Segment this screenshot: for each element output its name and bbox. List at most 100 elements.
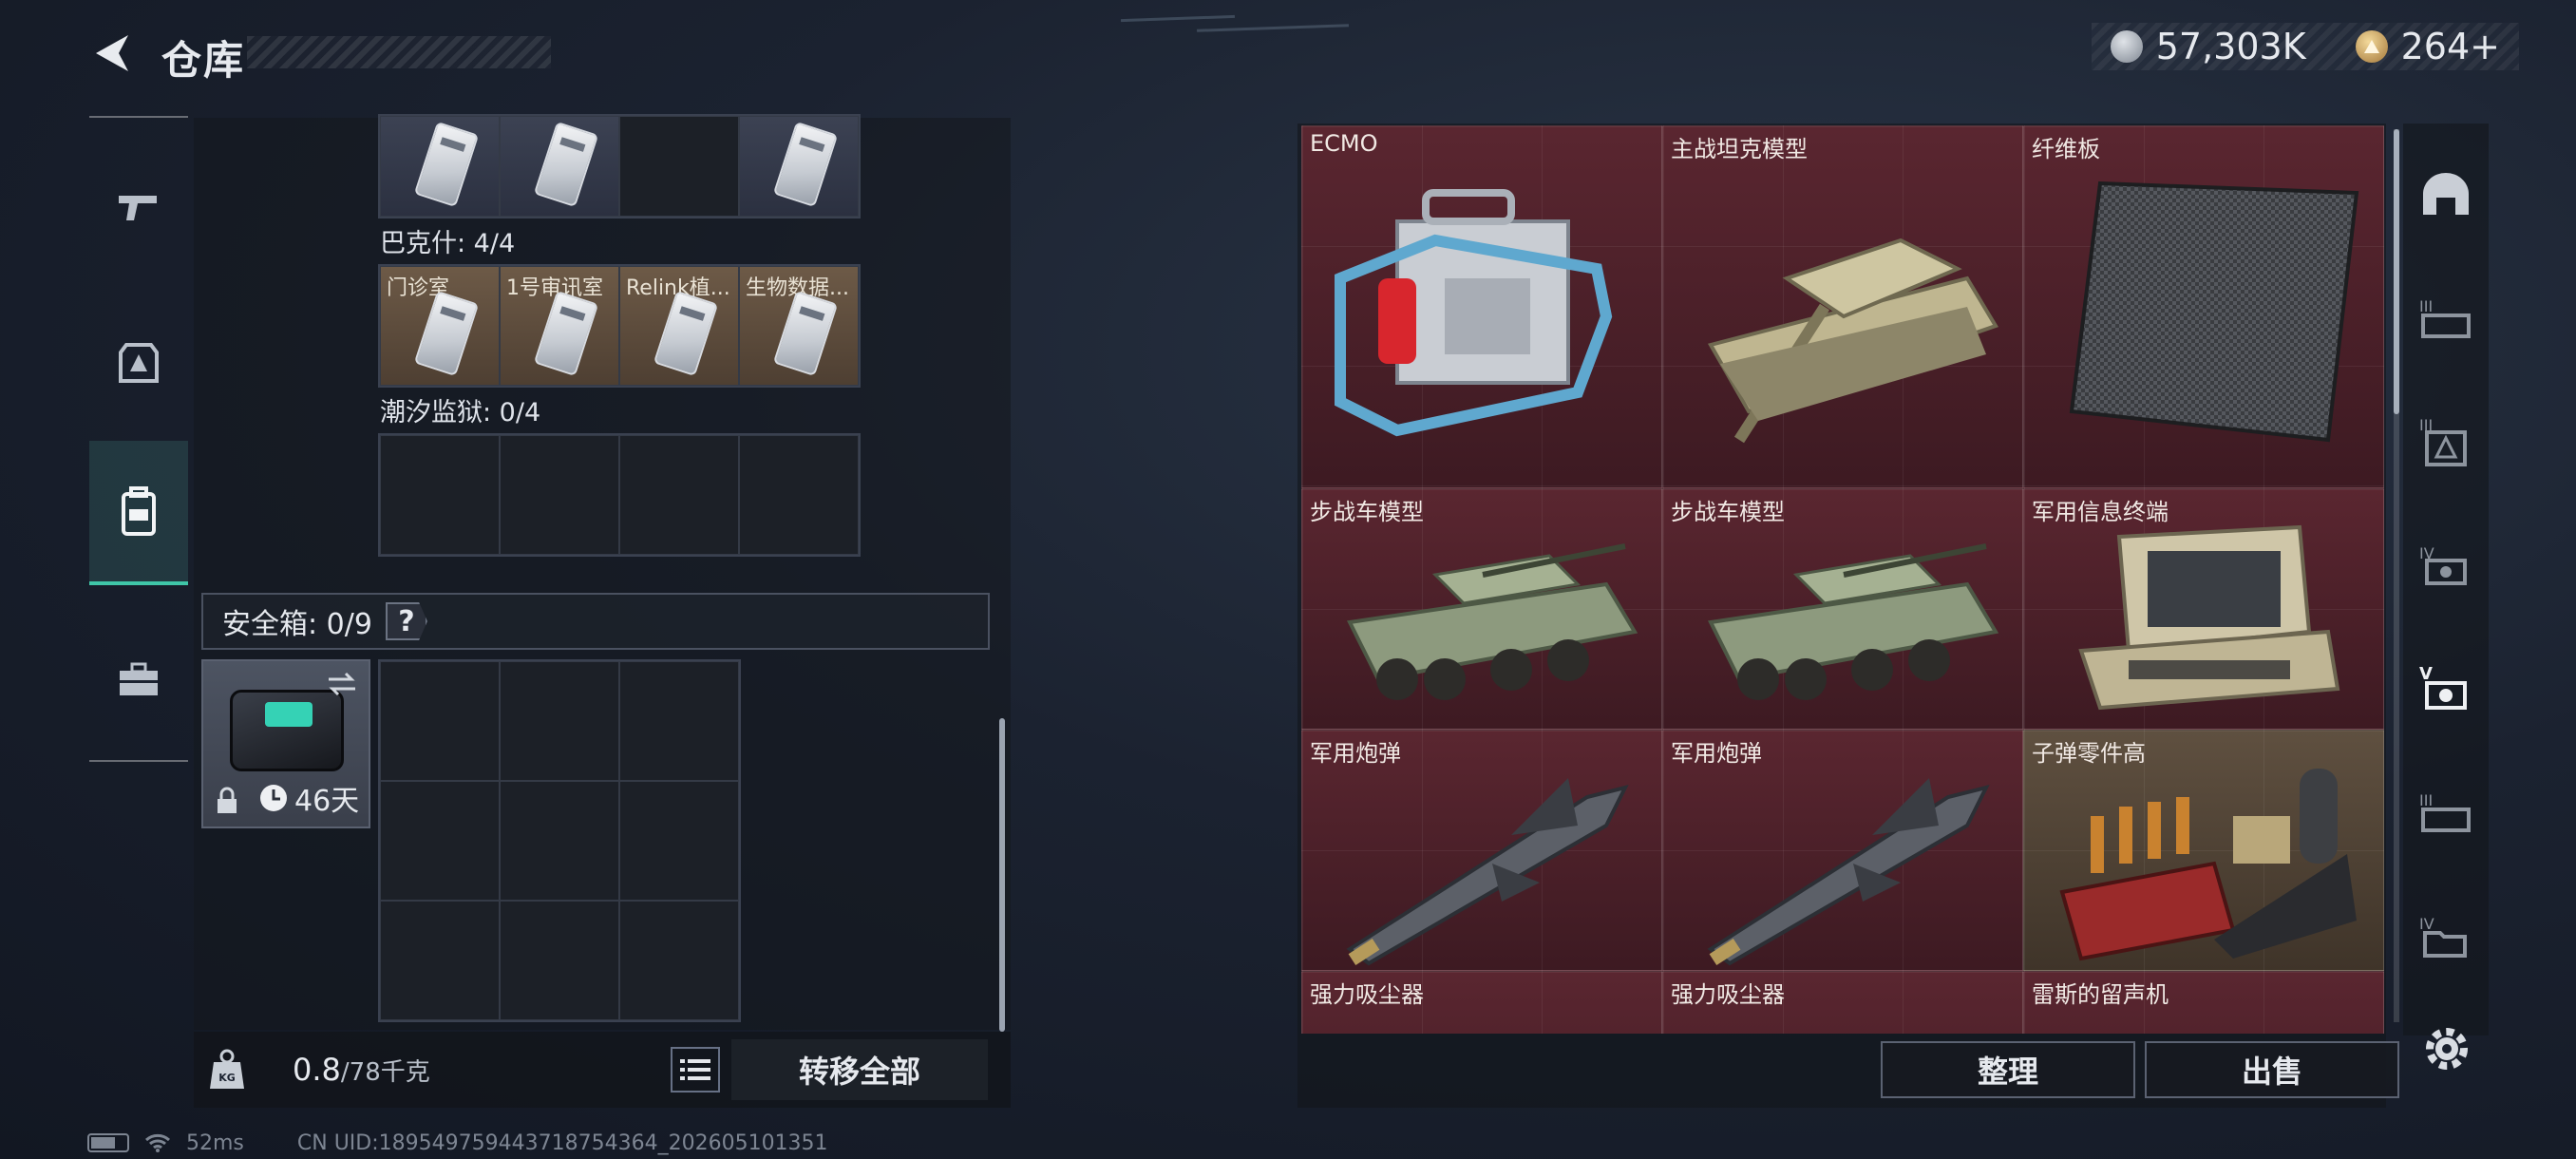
help-button[interactable]: ?: [385, 602, 427, 640]
bakeshi-card-grid: 门诊室 1号审讯室 Relink植... 生物数据...: [378, 264, 861, 388]
item-name: 军用炮弹: [1671, 740, 1762, 767]
ifv-model-icon: [1346, 543, 1638, 700]
artillery-shell-icon: [1346, 778, 1629, 966]
empty-slot[interactable]: [380, 435, 500, 555]
tidal-prison-label: 潮汐监狱: 0/4: [380, 398, 541, 428]
storage-item[interactable]: 主战坦克模型: [1662, 125, 2023, 488]
category-tab-tier3-b[interactable]: III: [2403, 760, 2489, 864]
timer-text: 46天: [294, 785, 360, 818]
bullet-parts-icon: [2059, 769, 2357, 961]
item-name: 强力吸尘器: [1671, 981, 1785, 1008]
storage-item[interactable]: 步战车模型: [1301, 488, 1662, 730]
ecmo-machine-icon: [1335, 189, 1613, 437]
storage-item[interactable]: 雷斯的留声机: [2023, 971, 2384, 1034]
safe-case-slot[interactable]: 46天: [201, 659, 370, 828]
currency-bar[interactable]: 57,303K 264+: [2091, 23, 2519, 70]
card-slot[interactable]: Relink植...: [619, 266, 739, 386]
transfer-all-button[interactable]: 转移全部: [731, 1039, 988, 1100]
inventory-scrollbar[interactable]: [999, 718, 1005, 1032]
nav-armor[interactable]: [89, 314, 188, 412]
silver-coin-icon: [2110, 30, 2143, 63]
storage-item[interactable]: 步战车模型: [1662, 488, 2023, 730]
storage-item[interactable]: 军用信息终端: [2023, 488, 2384, 730]
item-name: ECMO: [1310, 130, 1378, 157]
tank-model-icon: [1707, 238, 1998, 444]
item-name: 步战车模型: [1310, 499, 1424, 525]
category-tab-tier4[interactable]: IV: [2403, 513, 2489, 618]
uid-text: CN UID:1895497594437187543​64_2026051013…: [296, 1130, 828, 1155]
empty-slot[interactable]: [619, 781, 739, 901]
back-button[interactable]: [85, 27, 139, 80]
bag-tier3-icon: III: [2419, 416, 2467, 466]
storage-category-nav: III III IV V III IV: [2403, 124, 2489, 1036]
empty-slot[interactable]: [380, 781, 500, 901]
storage-grid: ECMO 主战坦克模型 纤维板 步战车模型 步战车模型 军用信息终端 军用炮弹 …: [1301, 125, 2386, 1034]
category-tab-tier4-b[interactable]: IV: [2403, 884, 2489, 988]
category-tab-tier5[interactable]: V: [2403, 636, 2489, 741]
empty-slot[interactable]: [619, 901, 739, 1020]
access-card-icon: [533, 121, 599, 208]
empty-slot[interactable]: [619, 116, 739, 217]
category-tab-tier3[interactable]: III: [2403, 266, 2489, 370]
card-slot[interactable]: 1号审讯室: [500, 266, 619, 386]
card-slot[interactable]: 生物数据...: [739, 266, 859, 386]
access-card-icon: [413, 290, 480, 377]
storage-item[interactable]: 纤维板: [2023, 125, 2384, 488]
storage-item[interactable]: 军用炮弹: [1301, 730, 1662, 971]
empty-slot[interactable]: [380, 901, 500, 1020]
gear-tier4-icon: IV: [2419, 544, 2467, 585]
sell-button[interactable]: 出售: [2145, 1041, 2399, 1098]
gear-tier5-icon: V: [2419, 664, 2467, 710]
card-slot[interactable]: 门诊室: [380, 266, 500, 386]
empty-slot[interactable]: [500, 661, 619, 781]
safebox-label: 安全箱: 0/9: [222, 608, 372, 641]
storage-item[interactable]: 强力吸尘器: [1301, 971, 1662, 1034]
lock-icon: [218, 787, 237, 813]
gold-balance: 264+: [2400, 26, 2500, 67]
item-name: 雷斯的留声机: [2032, 981, 2169, 1008]
item-name: 强力吸尘器: [1310, 981, 1424, 1008]
nav-backpack[interactable]: [89, 441, 188, 585]
tidal-prison-grid: [378, 433, 861, 557]
top-bar: 仓库 57,303K 264+: [0, 0, 2576, 104]
empty-slot[interactable]: [500, 781, 619, 901]
wifi-icon: [145, 1133, 170, 1152]
category-tab-helmet[interactable]: [2403, 142, 2489, 247]
list-view-button[interactable]: [671, 1047, 720, 1092]
empty-slot[interactable]: [500, 901, 619, 1020]
storage-item[interactable]: 军用炮弹: [1662, 730, 2023, 971]
empty-slot[interactable]: [619, 435, 739, 555]
settings-gear-icon[interactable]: [2420, 1022, 2473, 1075]
access-card-icon: [653, 290, 719, 377]
card-slot[interactable]: [500, 116, 619, 217]
top-card-row: [378, 114, 861, 218]
safe-case-icon: [230, 690, 344, 771]
item-name: 步战车模型: [1671, 499, 1785, 525]
nav-toolbox[interactable]: [89, 631, 188, 730]
weight-capacity: /78千克: [340, 1058, 430, 1087]
category-tab-tier3-bag[interactable]: III: [2403, 390, 2489, 494]
card-slot[interactable]: [380, 116, 500, 217]
empty-slot[interactable]: [500, 435, 619, 555]
empty-slot[interactable]: [739, 435, 859, 555]
swap-icon[interactable]: [325, 671, 359, 697]
weight-readout: 0.8/78千克: [293, 1052, 430, 1088]
item-name: 纤维板: [2032, 136, 2100, 162]
nav-weapons[interactable]: [89, 158, 188, 256]
storage-item[interactable]: 强力吸尘器: [1662, 971, 2023, 1034]
weight-icon: KG: [194, 1032, 260, 1108]
svg-text:IV: IV: [2419, 915, 2434, 933]
empty-slot[interactable]: [619, 661, 739, 781]
safebox-grid: [378, 659, 741, 1022]
storage-item[interactable]: 子弹零件高: [2023, 730, 2384, 971]
svg-text:III: III: [2419, 297, 2433, 315]
empty-slot[interactable]: [380, 661, 500, 781]
sort-button[interactable]: 整理: [1881, 1041, 2135, 1098]
status-bar: 52ms CN UID:1895497594437187543​64_20260…: [87, 1129, 828, 1157]
storage-item[interactable]: ECMO: [1301, 125, 1662, 488]
weight-value: 0.8: [293, 1052, 341, 1088]
card-slot[interactable]: [739, 116, 859, 217]
svg-text:V: V: [2419, 664, 2433, 684]
storage-scrollbar[interactable]: [2394, 129, 2399, 1022]
item-name: 军用炮弹: [1310, 740, 1401, 767]
